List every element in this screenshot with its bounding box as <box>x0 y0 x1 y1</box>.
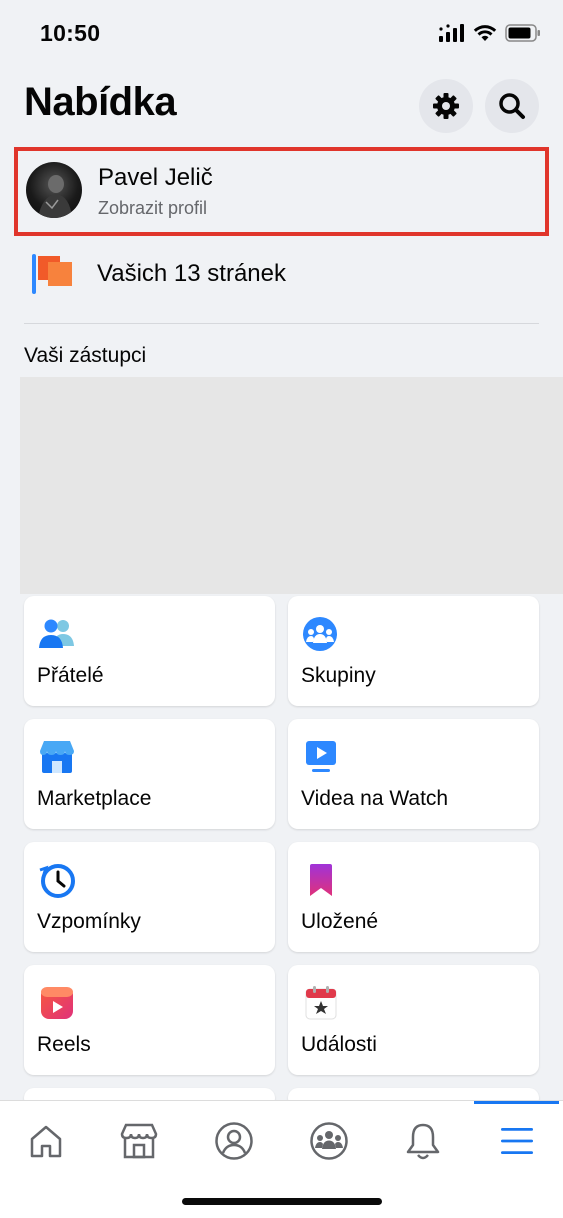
settings-button[interactable] <box>419 79 473 133</box>
tile-label: Reels <box>37 1033 91 1056</box>
pages-label: Vašich 13 stránek <box>97 260 286 287</box>
avatar <box>26 162 82 218</box>
marketplace-icon <box>120 1123 158 1159</box>
nav-marketplace[interactable] <box>117 1119 161 1163</box>
tile-friends[interactable]: Přátelé <box>24 596 275 706</box>
bell-icon <box>406 1123 440 1160</box>
tile-marketplace[interactable]: Marketplace <box>24 719 275 829</box>
memories-icon <box>39 864 75 898</box>
view-profile-link: Zobrazit profil <box>98 198 208 218</box>
tile-groups[interactable]: Skupiny <box>288 596 539 706</box>
menu-icon <box>501 1128 533 1154</box>
shortcuts-area <box>20 377 563 594</box>
saved-icon <box>310 864 332 896</box>
friends-icon <box>39 619 74 648</box>
tile-label: Události <box>301 1033 377 1056</box>
marketplace-icon <box>40 741 74 773</box>
profile-icon <box>215 1122 253 1160</box>
cellular-signal-icon <box>439 24 464 42</box>
status-time: 10:50 <box>40 20 101 46</box>
nav-notifications[interactable] <box>401 1119 445 1163</box>
shortcuts-title: Vaši zástupci <box>24 344 147 367</box>
battery-icon <box>505 24 540 42</box>
tile-label: Přátelé <box>37 664 104 687</box>
tile-memories[interactable]: Vzpomínky <box>24 842 275 952</box>
nav-menu[interactable] <box>495 1119 539 1163</box>
search-icon <box>499 93 525 119</box>
flag-icon <box>32 254 72 294</box>
groups-icon <box>303 617 337 651</box>
profile-name: Pavel Jelič <box>98 164 213 191</box>
tile-saved[interactable]: Uložené <box>288 842 539 952</box>
reels-icon <box>41 987 73 1019</box>
tile-label: Skupiny <box>301 664 376 687</box>
gear-icon <box>433 93 459 119</box>
search-button[interactable] <box>485 79 539 133</box>
watch-icon <box>306 741 336 772</box>
active-tab-indicator <box>474 1101 559 1104</box>
groups-icon <box>310 1122 348 1160</box>
tile-events[interactable]: Události <box>288 965 539 1075</box>
tile-label: Vzpomínky <box>37 910 141 933</box>
nav-groups[interactable] <box>307 1119 351 1163</box>
nav-profile[interactable] <box>212 1119 256 1163</box>
status-icons <box>439 24 541 42</box>
events-icon <box>305 986 337 1020</box>
status-bar: 10:50 <box>0 0 563 70</box>
tile-label: Marketplace <box>37 787 152 810</box>
tile-label: Uložené <box>301 910 379 933</box>
profile-row[interactable]: Pavel Jelič Zobrazit profil <box>14 147 549 236</box>
home-indicator <box>182 1198 382 1205</box>
tile-reels[interactable]: Reels <box>24 965 275 1075</box>
nav-home[interactable] <box>24 1119 68 1163</box>
pages-row[interactable]: Vašich 13 stránek <box>24 245 539 305</box>
page-title: Nabídka <box>24 80 177 124</box>
divider <box>24 323 539 324</box>
home-icon <box>30 1125 62 1158</box>
tile-label: Videa na Watch <box>301 787 449 810</box>
wifi-icon <box>473 25 497 41</box>
tile-watch[interactable]: Videa na Watch <box>288 719 539 829</box>
